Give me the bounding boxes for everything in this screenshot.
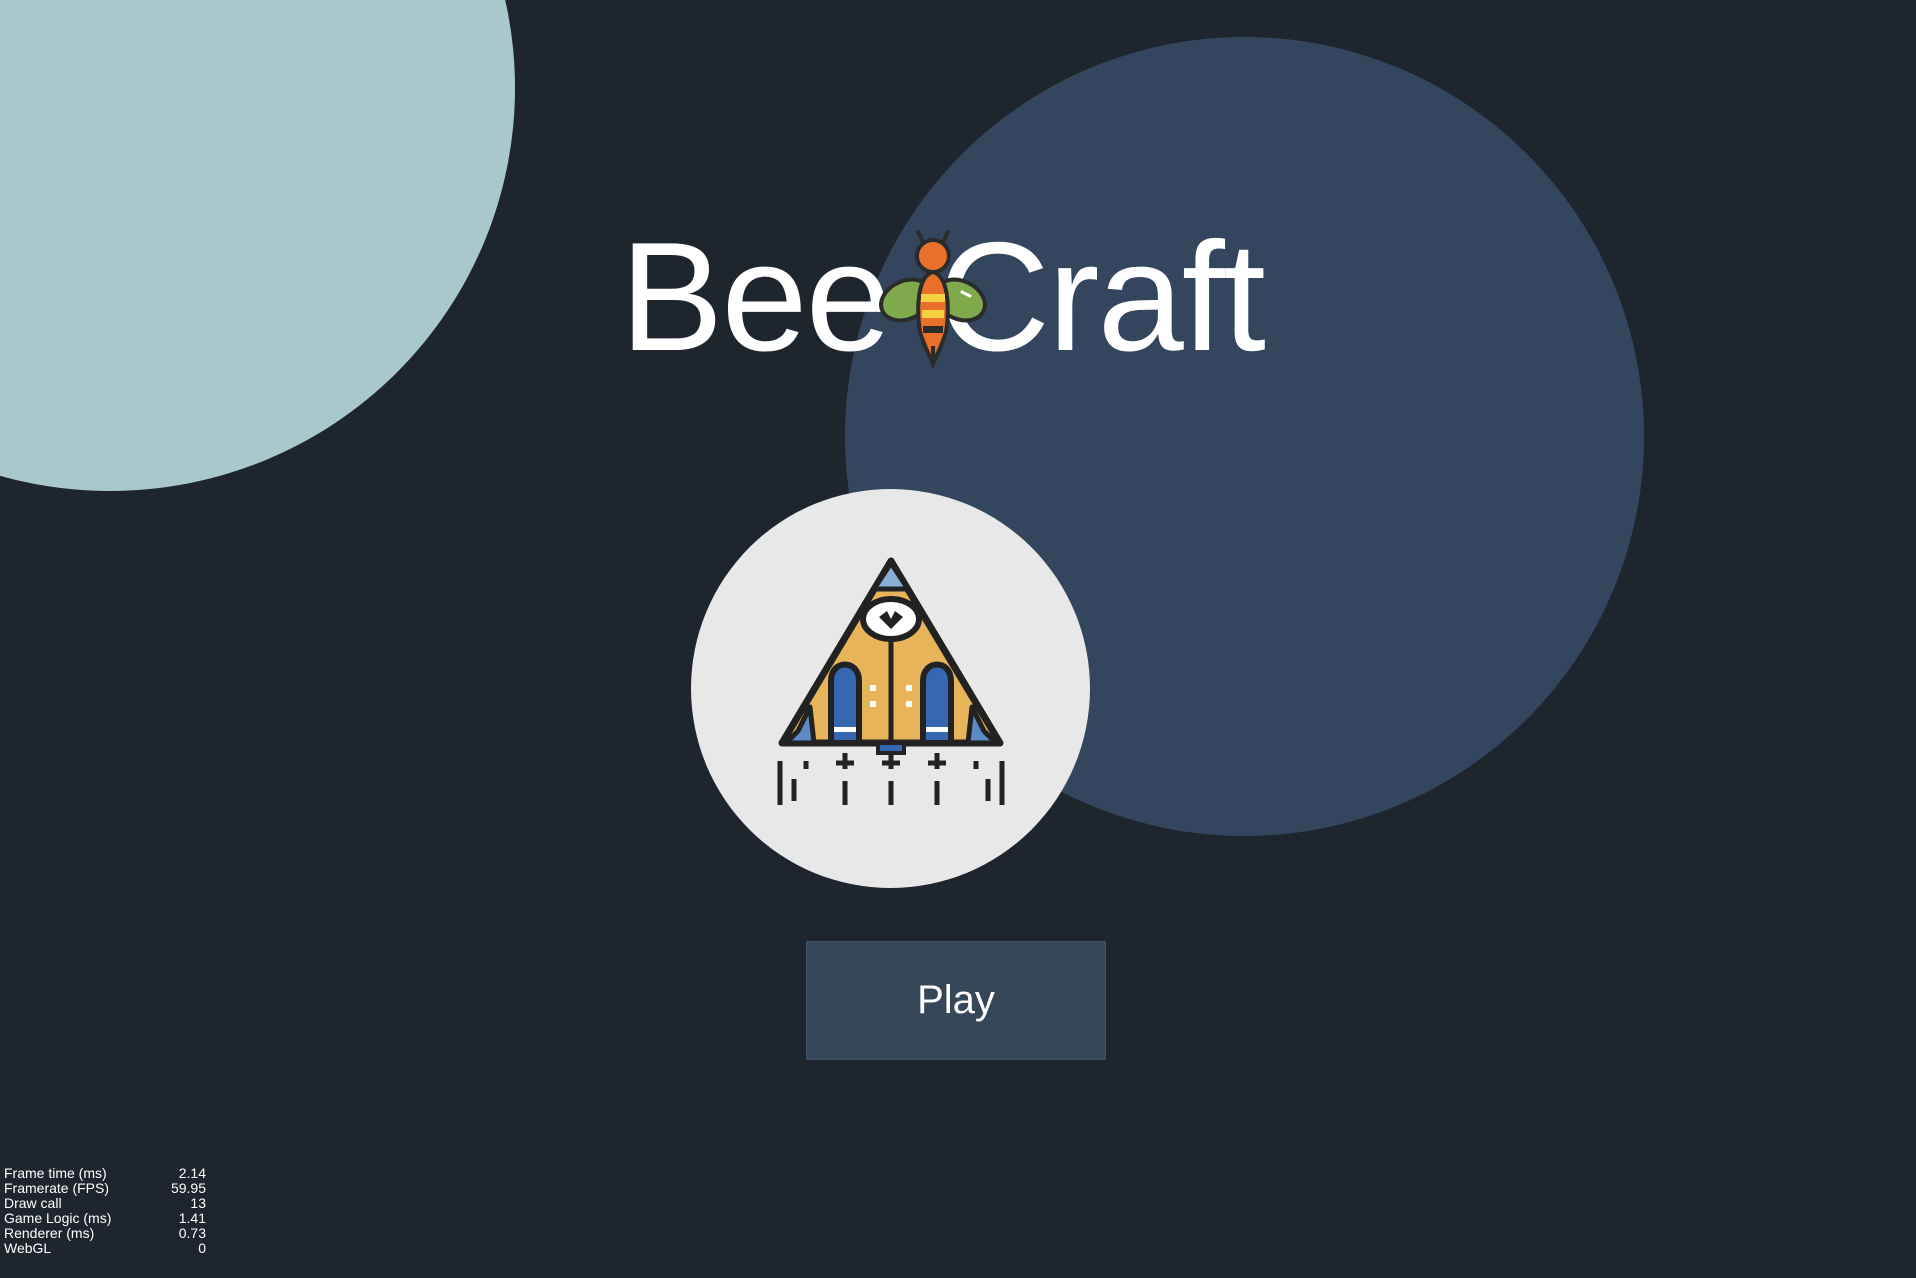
- logo-text-bee: Bee: [620, 210, 892, 383]
- stat-label: Framerate (FPS): [4, 1180, 110, 1196]
- stat-row-game-logic: Game Logic (ms) 1.41: [4, 1211, 206, 1226]
- decorative-circle-light: [0, 0, 515, 491]
- stat-label: Draw call: [4, 1195, 62, 1211]
- play-button[interactable]: Play: [806, 941, 1106, 1060]
- stat-value: 59.95: [170, 1180, 206, 1196]
- stat-value: 0: [198, 1240, 206, 1256]
- stat-value: 13: [190, 1195, 206, 1211]
- stat-label: Renderer (ms): [4, 1225, 95, 1241]
- stat-value: 2.14: [178, 1165, 206, 1181]
- stat-value: 0.73: [178, 1225, 206, 1241]
- stat-label: Game Logic (ms): [4, 1210, 112, 1226]
- bee-icon: [879, 230, 987, 368]
- stat-row-draw-call: Draw call 13: [4, 1196, 206, 1211]
- spaceship-icon: [777, 557, 1005, 805]
- stat-row-framerate: Framerate (FPS) 59.95: [4, 1181, 206, 1196]
- stat-row-frame-time: Frame time (ms) 2.14: [4, 1166, 206, 1181]
- stat-row-webgl: WebGL 0: [4, 1241, 206, 1256]
- debug-stats-panel: Frame time (ms) 2.14 Framerate (FPS) 59.…: [4, 1166, 206, 1256]
- stat-label: Frame time (ms): [4, 1165, 107, 1181]
- stat-label: WebGL: [4, 1240, 52, 1256]
- stat-value: 1.41: [178, 1210, 206, 1226]
- game-canvas: Bee Craft Play Frame time (ms) 2.14 Fram…: [0, 0, 1916, 1278]
- stat-row-renderer: Renderer (ms) 0.73: [4, 1226, 206, 1241]
